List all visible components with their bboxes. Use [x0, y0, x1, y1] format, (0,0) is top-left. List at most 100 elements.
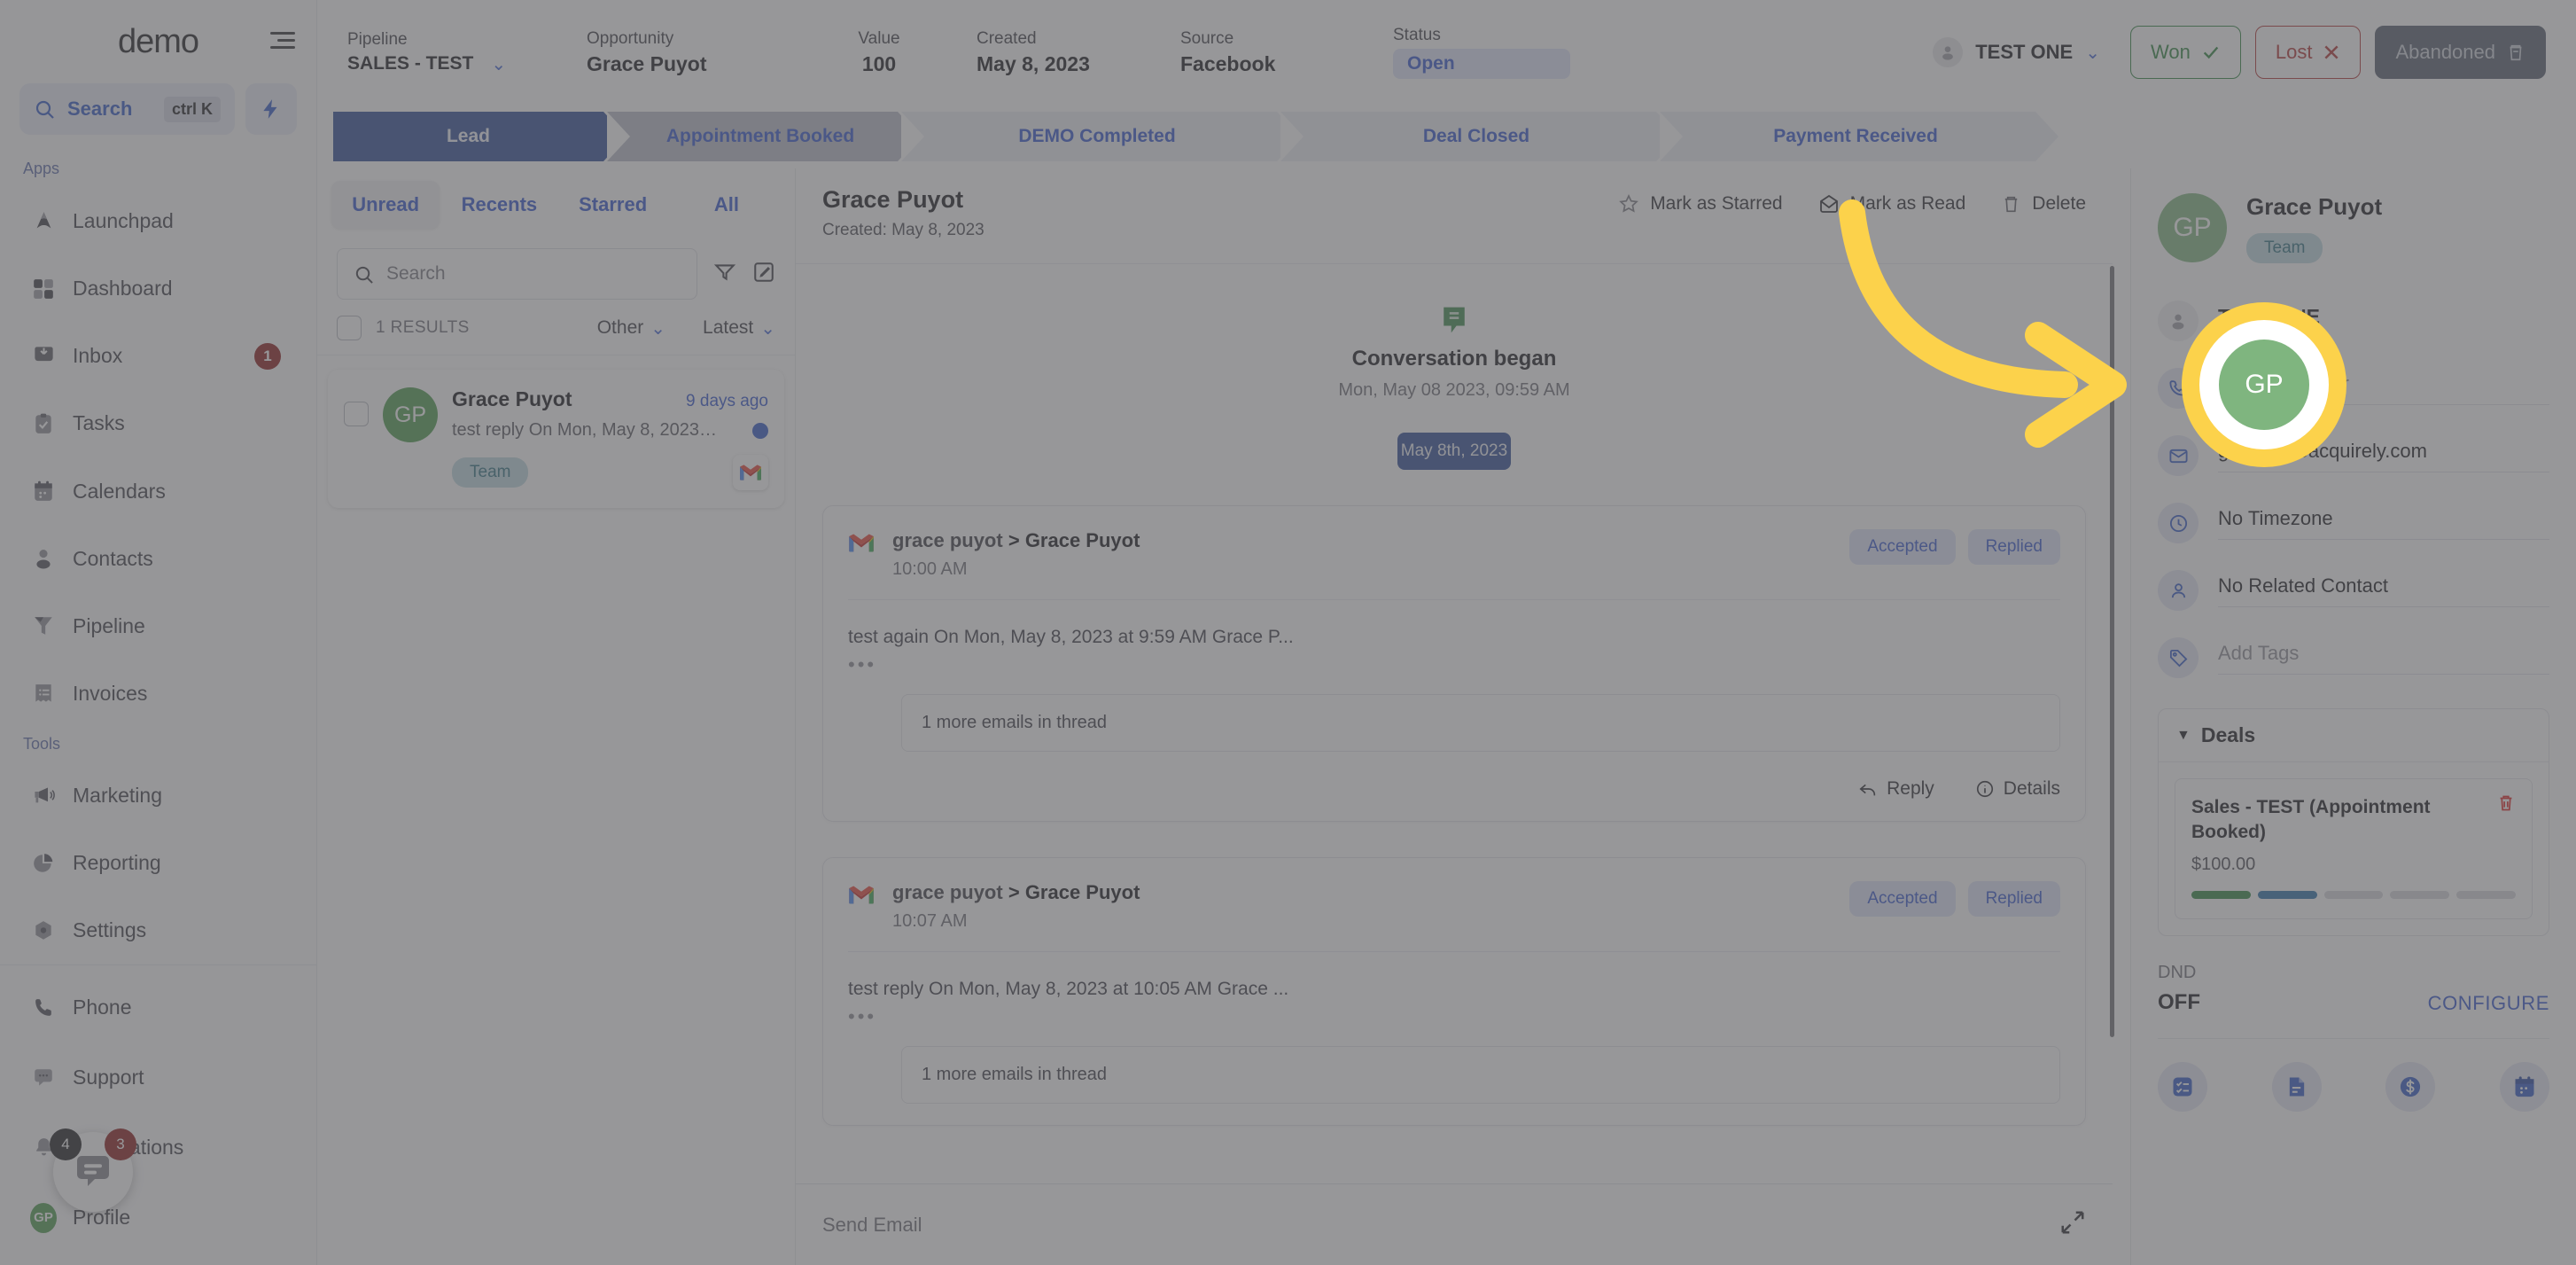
tab-unread[interactable]: Unread — [331, 181, 440, 229]
reply-button[interactable]: Reply — [1858, 778, 1934, 800]
message-body: test reply On Mon, May 8, 2023 at 10:05 … — [848, 979, 1289, 999]
conversation-results-row: 1 RESULTS Other ⌄ Latest ⌄ — [317, 300, 795, 355]
phone-icon — [30, 995, 57, 1021]
task-list-icon[interactable] — [2158, 1061, 2207, 1112]
stage-payment-received[interactable]: Payment Received — [1660, 112, 2058, 161]
mark-as-starred-button[interactable]: Mark as Starred — [1618, 193, 1783, 215]
calendar-icon[interactable] — [2499, 1061, 2549, 1112]
mark-as-read-button[interactable]: Mark as Read — [1818, 193, 1965, 215]
contact-identity: GP Grace Puyot Team — [2158, 193, 2549, 263]
contact-timezone: No Timezone — [2218, 507, 2549, 540]
sort-select[interactable]: Latest ⌄ — [703, 317, 775, 340]
message-header: grace puyot > Grace Puyot 10:00 AM Accep… — [848, 529, 2060, 580]
global-search-button[interactable]: Search ctrl K — [19, 83, 235, 136]
add-tags-row[interactable]: Add Tags — [2158, 637, 2549, 678]
sidebar-item-contacts[interactable]: Contacts — [0, 525, 316, 592]
sidebar-item-profile[interactable]: GP Profile — [0, 1183, 316, 1253]
header-field-opportunity: Opportunity Grace Puyot — [587, 29, 782, 76]
stage-demo-completed[interactable]: DEMO Completed — [901, 112, 1300, 161]
message-expand-ellipsis[interactable]: ••• — [848, 1005, 2060, 1028]
tab-starred[interactable]: Starred — [559, 181, 667, 229]
sidebar-item-support[interactable]: Support — [0, 1042, 316, 1113]
message-card: grace puyot > Grace Puyot 10:07 AM Accep… — [822, 857, 2086, 1126]
delete-button[interactable]: Delete — [2001, 193, 2086, 215]
field-value: May 8, 2023 — [977, 51, 1090, 75]
tab-recents[interactable]: Recents — [445, 181, 553, 229]
header-field-source: Source Facebook — [1180, 29, 1393, 76]
message-expand-ellipsis[interactable]: ••• — [848, 653, 2060, 676]
message-thread: Conversation began Mon, May 08 2023, 09:… — [796, 264, 2113, 1195]
contact-email-row[interactable]: grace@goacquirely.com — [2158, 435, 2549, 476]
conversation-top: Grace Puyot 9 days ago — [452, 387, 768, 411]
sidebar-label: Settings — [73, 918, 147, 942]
conversation-body: Grace Puyot 9 days ago test reply On Mon… — [452, 387, 768, 490]
related-contact-row[interactable]: No Related Contact — [2158, 570, 2549, 611]
stage-appointment-booked[interactable]: Appointment Booked — [607, 112, 921, 161]
sidebar-item-pipeline[interactable]: Pipeline — [0, 592, 316, 660]
conversation-list-item[interactable]: GP Grace Puyot 9 days ago test reply On … — [328, 370, 784, 508]
filter-type-select[interactable]: Other ⌄ — [597, 317, 665, 340]
footer-label: Details — [2003, 778, 2060, 799]
header-field-created: Created May 8, 2023 — [977, 29, 1180, 76]
contact-timezone-row[interactable]: No Timezone — [2158, 503, 2549, 543]
compose-bar[interactable]: Send Email — [796, 1183, 2113, 1265]
sidebar-item-inbox[interactable]: Inbox 1 — [0, 323, 316, 390]
unread-dot — [752, 422, 768, 439]
sidebar-item-notifications[interactable]: Notifications — [0, 1113, 316, 1183]
details-button[interactable]: Details — [1975, 778, 2060, 800]
tab-all[interactable]: All — [673, 181, 781, 229]
thread-more-button[interactable]: 1 more emails in thread — [901, 1046, 2060, 1104]
progress-segment — [2191, 890, 2251, 899]
chevron-down-icon: ⌄ — [491, 54, 507, 74]
field-key: Opportunity — [587, 28, 674, 48]
document-icon[interactable] — [2271, 1061, 2322, 1112]
sidebar-item-marketing[interactable]: Marketing — [0, 762, 316, 830]
pie-chart-icon — [30, 850, 57, 877]
conversation-name: Grace Puyot — [452, 387, 572, 410]
sidebar-label: Calendars — [73, 479, 166, 503]
lost-button[interactable]: Lost — [2254, 26, 2362, 79]
highlighted-contact-avatar[interactable]: GP — [2199, 320, 2329, 449]
won-button[interactable]: Won — [2130, 26, 2241, 79]
expand-icon[interactable] — [2059, 1209, 2086, 1240]
owner-select[interactable]: TEST ONE ⌄ — [1933, 37, 2100, 67]
pipeline-select[interactable]: SALES - TEST ⌄ — [347, 53, 587, 75]
sidebar-item-reporting[interactable]: Reporting — [0, 830, 316, 897]
sidebar-item-settings[interactable]: Settings — [0, 897, 316, 964]
support-chat-widget[interactable]: 4 3 — [50, 1128, 136, 1212]
dollar-icon[interactable] — [2385, 1061, 2436, 1112]
abandoned-button[interactable]: Abandoned — [2375, 26, 2546, 79]
delete-deal-icon[interactable] — [2496, 793, 2516, 817]
sidebar-collapse-icon[interactable] — [270, 32, 295, 51]
contact-tag: Team — [2246, 233, 2323, 263]
progress-segment — [2456, 890, 2516, 899]
deals-header[interactable]: ▼ Deals — [2159, 709, 2549, 762]
thread-scrollbar[interactable] — [2110, 266, 2114, 1037]
field-value: 100 — [861, 51, 897, 75]
progress-segment — [2323, 890, 2384, 899]
sidebar-item-invoices[interactable]: Invoices — [0, 660, 316, 727]
conversation-began-title: Conversation began — [1351, 347, 1557, 371]
stage-lead[interactable]: Lead — [333, 112, 626, 161]
sidebar-label: Support — [73, 1066, 144, 1089]
stage-deal-closed[interactable]: Deal Closed — [1280, 112, 1679, 161]
dashboard-icon — [30, 276, 57, 302]
conversation-search-input[interactable]: Search — [337, 248, 697, 300]
quick-actions-button[interactable] — [245, 83, 297, 136]
compose-icon[interactable] — [752, 261, 775, 288]
select-all-checkbox[interactable] — [337, 316, 362, 340]
dnd-configure-link[interactable]: CONFIGURE — [2428, 992, 2549, 1015]
filter-icon[interactable] — [713, 261, 736, 288]
related-contact: No Related Contact — [2218, 574, 2549, 607]
chat-widget-badge-dark: 4 — [50, 1128, 82, 1160]
footer-label: Reply — [1887, 778, 1934, 799]
sidebar-item-launchpad[interactable]: Launchpad — [0, 187, 316, 254]
sidebar-item-phone[interactable]: Phone — [0, 972, 316, 1042]
thread-more-button[interactable]: 1 more emails in thread — [901, 694, 2060, 752]
pipeline-stage-bar: Lead Appointment Booked DEMO Completed D… — [317, 105, 2576, 168]
conversation-checkbox[interactable] — [344, 402, 369, 426]
sidebar-item-dashboard[interactable]: Dashboard — [0, 255, 316, 323]
deal-card[interactable]: Sales - TEST (Appointment Booked) $100.0… — [2175, 778, 2533, 919]
sidebar-item-calendars[interactable]: Calendars — [0, 457, 316, 525]
sidebar-item-tasks[interactable]: Tasks — [0, 390, 316, 457]
